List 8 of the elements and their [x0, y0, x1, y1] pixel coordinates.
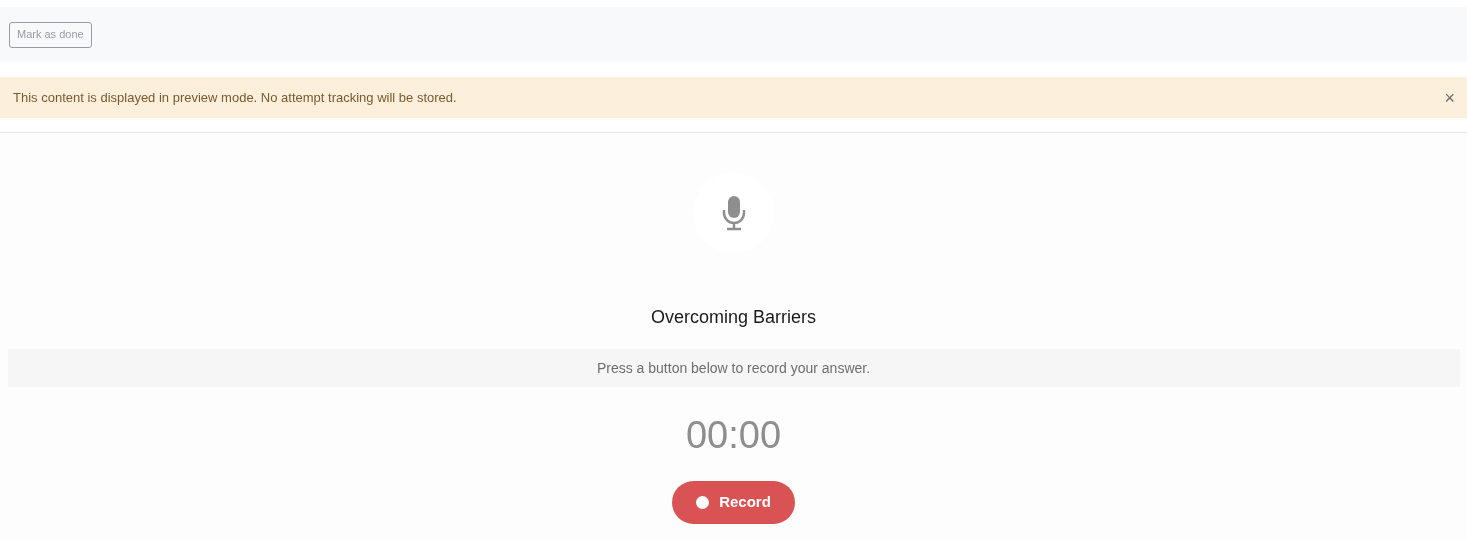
- instruction-text: Press a button below to record your answer.: [596, 358, 871, 378]
- timer: 00:00: [685, 413, 782, 457]
- recording-title: Overcoming Barriers: [650, 306, 816, 329]
- close-button[interactable]: ×: [1444, 88, 1455, 107]
- alert-message: This content is displayed in preview mode. No attempt tracking will be stored.: [13, 88, 457, 107]
- record-button[interactable]: Record: [672, 481, 795, 524]
- mark-as-done-button[interactable]: Mark as done: [9, 21, 92, 48]
- microphone-icon: [720, 195, 747, 231]
